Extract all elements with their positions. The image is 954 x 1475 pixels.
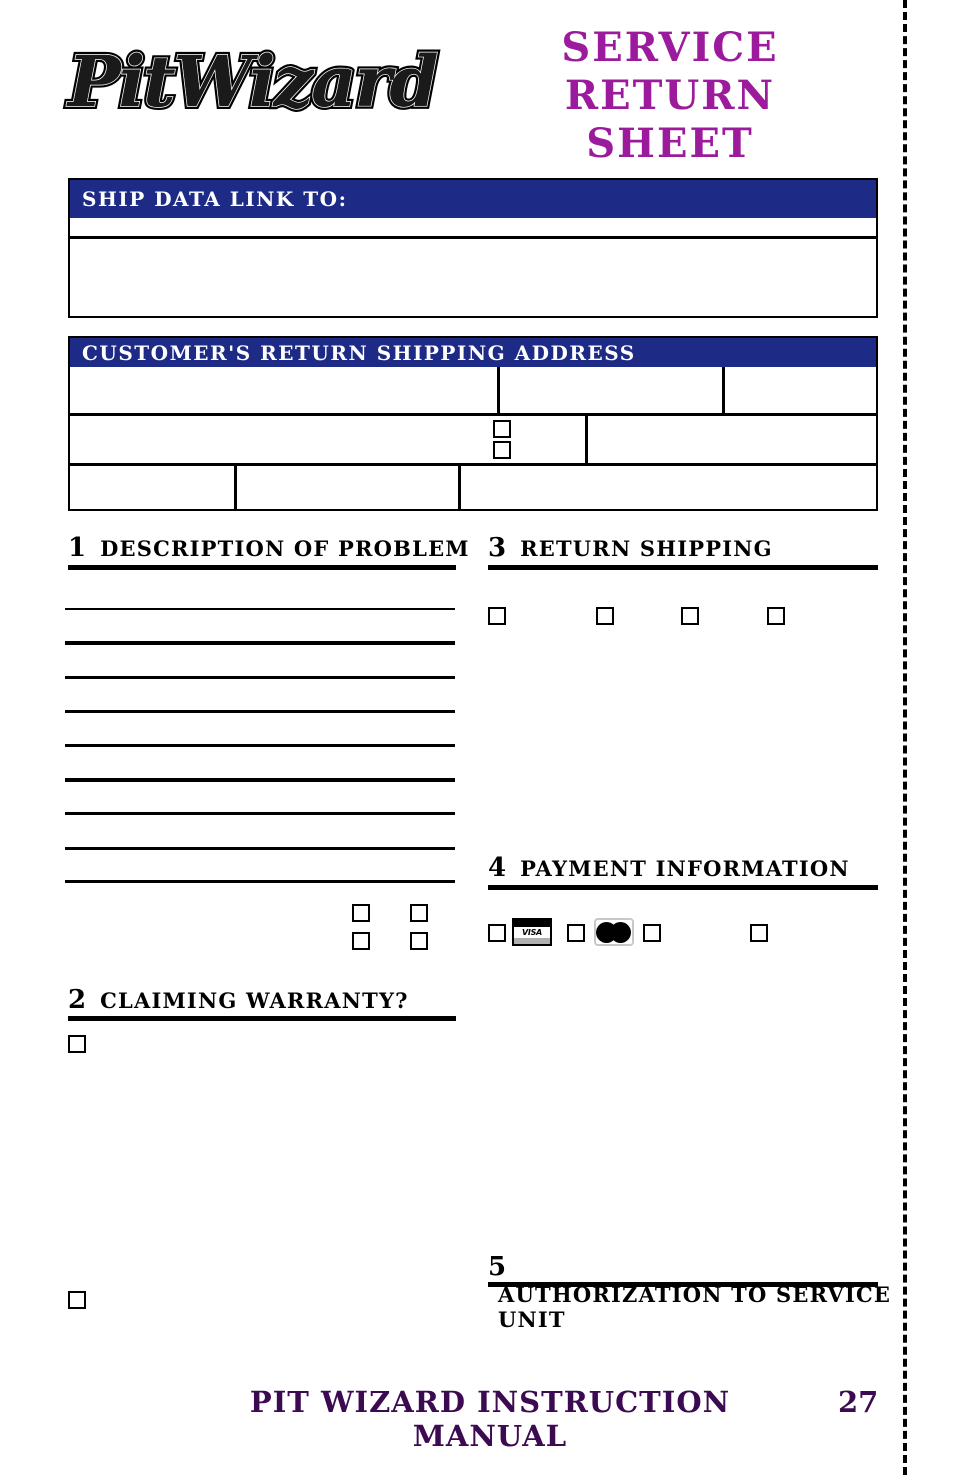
address-checkbox-1[interactable] — [493, 420, 511, 438]
section-5-rule — [488, 1282, 878, 1287]
section-4-rule — [488, 885, 878, 890]
problem-checkbox-3[interactable] — [352, 932, 370, 950]
return-shipping-checkbox-2[interactable] — [596, 607, 614, 625]
section-1-rule — [68, 565, 456, 570]
visa-card-label: VISA — [514, 927, 550, 938]
problem-line-8 — [65, 847, 455, 850]
problem-line-9 — [65, 880, 455, 883]
footer-page-number: 27 — [838, 1385, 879, 1419]
address-row3-col-divider-1 — [234, 466, 237, 511]
visa-card-top-stripe — [514, 920, 550, 927]
section-5-heading: 5 AUTHORIZATION TO SERVICE UNIT — [488, 1252, 954, 1332]
section-4-number: 4 — [488, 853, 507, 883]
payment-checkbox-check[interactable] — [750, 924, 768, 942]
section-2-rule — [68, 1016, 456, 1021]
section-3-title: RETURN SHIPPING — [520, 536, 773, 561]
mastercard-circle-right — [610, 922, 631, 943]
customer-address-heading: CUSTOMER'S RETURN SHIPPING ADDRESS — [70, 338, 876, 367]
address-row2-divider — [68, 463, 878, 466]
section-5-title: AUTHORIZATION TO SERVICE UNIT — [498, 1282, 892, 1332]
pitwizard-logo: PitWizard PitWizard PitWizard — [62, 24, 462, 134]
ship-data-link-heading-label: SHIP DATA LINK TO: — [82, 187, 348, 211]
problem-line-4 — [65, 710, 455, 713]
section-1-number: 1 — [68, 533, 87, 563]
visa-card-bottom-stripe — [514, 938, 550, 944]
payment-checkbox-visa[interactable] — [488, 924, 506, 942]
address-row1-col-divider-1 — [497, 367, 500, 413]
mastercard-icon — [594, 918, 634, 946]
service-return-sheet-page: PitWizard PitWizard PitWizard SERVICE RE… — [0, 0, 954, 1475]
ship-data-link-heading: SHIP DATA LINK TO: — [70, 180, 876, 218]
ship-data-link-row-divider — [68, 236, 878, 239]
return-shipping-checkbox-4[interactable] — [767, 607, 785, 625]
address-row2-col-divider-1 — [585, 416, 588, 463]
return-shipping-checkbox-1[interactable] — [488, 607, 506, 625]
problem-checkbox-4[interactable] — [410, 932, 428, 950]
section-5-number: 5 — [488, 1252, 507, 1282]
dashed-cut-line — [903, 0, 907, 1475]
section-3-heading: 3 RETURN SHIPPING — [488, 533, 773, 563]
section-3-number: 3 — [488, 533, 507, 563]
page-title-line-2: SHEET — [586, 120, 754, 167]
payment-checkbox-other[interactable] — [643, 924, 661, 942]
section-4-title: PAYMENT INFORMATION — [520, 856, 850, 881]
section-1-heading: 1 DESCRIPTION OF PROBLEM — [68, 533, 470, 563]
svg-text:PitWizard: PitWizard — [66, 40, 438, 123]
customer-address-heading-label: CUSTOMER'S RETURN SHIPPING ADDRESS — [82, 340, 636, 365]
problem-checkbox-1[interactable] — [352, 904, 370, 922]
problem-line-3 — [65, 676, 455, 679]
problem-checkbox-2[interactable] — [410, 904, 428, 922]
address-checkbox-2[interactable] — [493, 441, 511, 459]
address-row3-col-divider-2 — [458, 466, 461, 511]
problem-line-5 — [65, 744, 455, 747]
section-2-heading: 2 CLAIMING WARRANTY? — [68, 985, 409, 1015]
section-3-rule — [488, 565, 878, 570]
page-title: SERVICE RETURN SHEET — [470, 24, 870, 168]
warranty-checkbox-no[interactable] — [68, 1291, 86, 1309]
problem-line-2 — [65, 641, 455, 645]
warranty-checkbox-yes[interactable] — [68, 1035, 86, 1053]
pitwizard-logo-icon: PitWizard PitWizard PitWizard — [63, 37, 443, 126]
address-row1-col-divider-2 — [722, 367, 725, 413]
visa-card-icon: VISA — [512, 918, 552, 946]
problem-line-6 — [65, 778, 455, 782]
section-1-title: DESCRIPTION OF PROBLEM — [100, 536, 470, 561]
problem-line-1 — [65, 608, 455, 610]
return-shipping-checkbox-3[interactable] — [681, 607, 699, 625]
section-2-title: CLAIMING WARRANTY? — [100, 988, 409, 1013]
section-2-number: 2 — [68, 985, 87, 1015]
payment-checkbox-mastercard[interactable] — [567, 924, 585, 942]
address-row1-divider — [68, 413, 878, 416]
problem-line-7 — [65, 812, 455, 815]
footer-title: PIT WIZARD INSTRUCTION MANUAL — [249, 1385, 731, 1453]
section-4-heading: 4 PAYMENT INFORMATION — [488, 853, 850, 883]
page-title-line-1: SERVICE RETURN — [561, 24, 779, 119]
